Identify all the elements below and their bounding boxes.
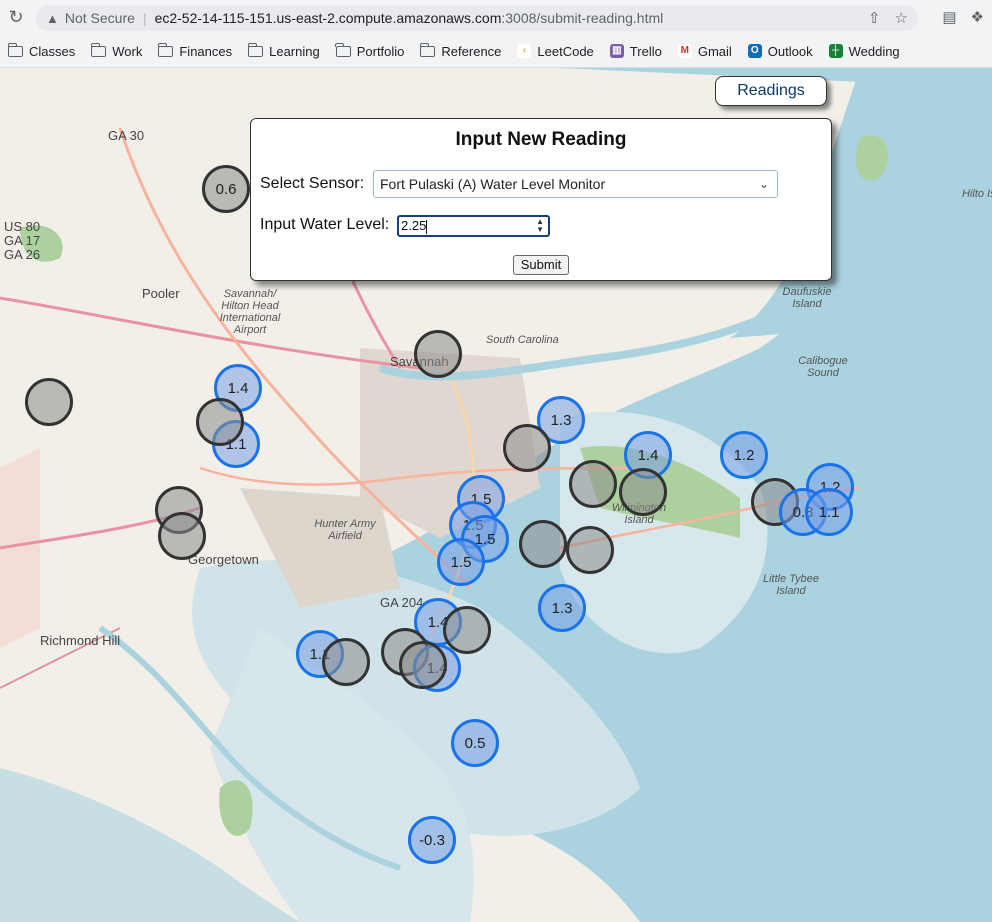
bookmark-learning[interactable]: Learning	[247, 42, 320, 59]
bookmark-label: Portfolio	[356, 43, 405, 59]
share-icon[interactable]: ⇧	[868, 9, 881, 27]
reading-marker[interactable]: 1.3	[538, 584, 586, 632]
folder-icon	[335, 42, 351, 57]
chevron-down-icon: ⌄	[758, 177, 769, 191]
bookmark-label: Reference	[441, 43, 502, 59]
reading-marker[interactable]	[569, 460, 617, 508]
bookmark-label: Wedding	[848, 43, 900, 59]
star-icon[interactable]: ☆	[895, 9, 908, 27]
reading-marker[interactable]: 0.6	[202, 165, 250, 213]
folder-icon	[247, 42, 264, 57]
bookmark-outlook[interactable]: O Outlook	[747, 43, 813, 59]
bookmark-trello[interactable]: ▥ Trello	[609, 43, 662, 59]
map-label: South Carolina	[486, 334, 559, 346]
puzzle-icon[interactable]: ❖	[971, 8, 984, 26]
reading-marker[interactable]	[25, 378, 73, 426]
security-label: Not Secure	[64, 10, 135, 26]
sheets-icon: ┼	[828, 44, 843, 58]
bookmark-finances[interactable]: Finances	[157, 42, 233, 59]
bookmark-label: LeetCode	[537, 43, 594, 59]
map-label: US 80	[4, 219, 41, 234]
map-label: Hilto Is	[962, 188, 992, 200]
reading-marker[interactable]	[158, 512, 206, 560]
text-cursor	[426, 219, 428, 234]
bookmark-work[interactable]: Work	[90, 42, 143, 59]
bookmark-reference[interactable]: Reference	[419, 42, 502, 59]
bookmark-classes[interactable]: Classes	[7, 42, 76, 59]
submit-button[interactable]: Submit	[513, 255, 569, 275]
reading-marker[interactable]	[566, 526, 614, 574]
folder-icon	[7, 42, 23, 57]
bookmarks-bar: Classes Work Finances Learning Portfolio Refe…	[0, 38, 916, 64]
map-label: GA 30	[108, 128, 145, 143]
bookmark-label: Work	[112, 43, 143, 59]
map-label: Georgetown	[188, 552, 259, 567]
map-label: Little Tybee Island	[762, 573, 820, 597]
leetcode-icon: ‹	[517, 44, 532, 58]
map-label: Hunter Army Airfield	[314, 518, 376, 542]
url-path: :3008/submit-reading.html	[501, 10, 664, 26]
input-reading-panel: Input New Reading Select Sensor: Fort Pu…	[250, 118, 832, 281]
reading-marker[interactable]	[519, 520, 567, 568]
water-level-label: Input Water Level:	[260, 216, 390, 233]
reading-marker[interactable]: -0.3	[408, 816, 456, 864]
reading-marker[interactable]	[196, 398, 244, 446]
reading-marker[interactable]	[443, 606, 491, 654]
panel-title: Input New Reading	[455, 129, 627, 150]
bookmark-leetcode[interactable]: ‹ LeetCode	[517, 43, 594, 59]
warning-icon: ▲	[46, 10, 59, 26]
gmail-icon: M	[677, 44, 692, 58]
reload-icon[interactable]: ↻	[6, 7, 26, 27]
bookmark-gmail[interactable]: M Gmail	[677, 43, 732, 59]
map-label: Savannah/ Hilton Head International Airp…	[219, 288, 281, 336]
map-label: Richmond Hill	[40, 633, 121, 648]
reading-marker[interactable]: 1.2	[720, 431, 768, 479]
outlook-icon: O	[747, 44, 762, 58]
url-separator: |	[142, 10, 147, 26]
folder-icon	[419, 42, 436, 57]
address-bar[interactable]: ▲ Not Secure | ec2-52-14-115-151.us-east…	[36, 5, 918, 31]
bookmark-portfolio[interactable]: Portfolio	[335, 42, 405, 59]
water-level-input[interactable]: 2.25 ▲ ▼	[397, 215, 550, 237]
reading-marker[interactable]	[322, 638, 370, 686]
bookmark-label: Classes	[29, 43, 76, 59]
map-label: GA 26	[4, 247, 41, 262]
reading-marker[interactable]	[399, 641, 447, 689]
bookmark-wedding[interactable]: ┼ Wedding	[828, 43, 900, 59]
reading-marker[interactable]	[503, 424, 551, 472]
map-label: Calibogue Sound	[798, 355, 848, 379]
sensor-select[interactable]: Fort Pulaski (A) Water Level Monitor ⌄	[373, 170, 778, 198]
reading-marker[interactable]: 1.5	[437, 538, 485, 586]
bookmark-label: Trello	[629, 43, 662, 59]
reading-marker[interactable]: 1.1	[805, 488, 853, 536]
bookmark-label: Finances	[179, 43, 233, 59]
reading-marker[interactable]	[414, 330, 462, 378]
folder-icon	[157, 42, 174, 57]
extension-menu-icon[interactable]: ▤	[942, 8, 956, 26]
map-label: GA 17	[4, 233, 41, 248]
trello-icon: ▥	[609, 44, 624, 58]
number-spinner-icon[interactable]: ▲ ▼	[536, 218, 544, 234]
reading-marker[interactable]: 0.5	[451, 719, 499, 767]
browser-chrome: ↻ ▲ Not Secure | ec2-52-14-115-151.us-ea…	[0, 0, 992, 68]
sensor-select-value: Fort Pulaski (A) Water Level Monitor	[380, 176, 606, 192]
readings-button[interactable]: Readings	[715, 76, 827, 106]
folder-icon	[90, 42, 107, 57]
bookmark-label: Gmail	[697, 43, 732, 59]
reading-marker[interactable]	[619, 468, 667, 516]
map-label: GA 204	[380, 595, 424, 610]
water-level-value: 2.25	[401, 218, 427, 233]
url-host: ec2-52-14-115-151.us-east-2.compute.amaz…	[154, 10, 502, 26]
bookmark-label: Learning	[269, 43, 320, 59]
sensor-label: Select Sensor:	[260, 175, 365, 192]
bookmark-label: Outlook	[767, 43, 813, 59]
map-label: Pooler	[142, 286, 180, 301]
map-label: Daufuskie Island	[782, 286, 832, 310]
